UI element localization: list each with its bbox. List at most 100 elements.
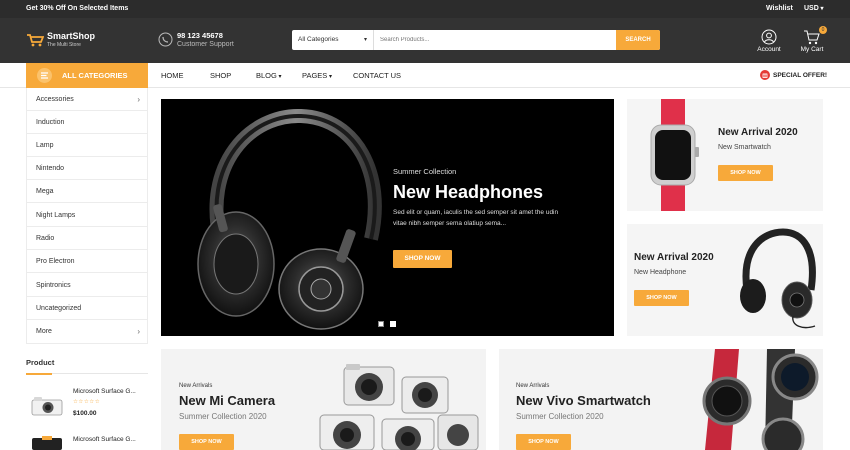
- bottom-banner-2-subtitle: Summer Collection 2020: [516, 412, 604, 421]
- category-item[interactable]: Mega: [26, 180, 148, 203]
- product-name: Microsoft Surface G...: [73, 388, 136, 395]
- product-thumbnail-camera: [30, 436, 64, 450]
- logo-subtitle: The Multi Store: [47, 42, 81, 48]
- hero-headphones-image: [181, 104, 391, 334]
- category-label: Accessories: [36, 96, 74, 103]
- side-banner-smartwatch[interactable]: New Arrival 2020 New Smartwatch SHOP NOW: [627, 99, 823, 211]
- menu-icon: [37, 68, 52, 83]
- category-item[interactable]: Uncategorized: [26, 297, 148, 320]
- header: SmartShop The Multi Store 98 123 45678 C…: [0, 18, 850, 63]
- vivo-smartwatch-image: [695, 349, 823, 450]
- category-label: Pro Electron: [36, 258, 75, 265]
- nav-pages[interactable]: PAGES ▾: [302, 63, 332, 88]
- main-nav: ALL CATEGORIES HOME SHOP BLOG ▾ PAGES ▾ …: [0, 63, 850, 88]
- category-label: Spintronics: [36, 282, 71, 289]
- category-item[interactable]: Pro Electron: [26, 250, 148, 273]
- logo-cart-icon: [26, 33, 44, 47]
- bottom-banner-camera[interactable]: New Arrivals New Mi Camera Summer Collec…: [161, 349, 486, 450]
- category-select[interactable]: All Categories ▾: [292, 30, 374, 50]
- chevron-right-icon: ›: [137, 95, 140, 104]
- nav-shop[interactable]: SHOP: [210, 63, 231, 88]
- side-banner-2-shop-now-button[interactable]: SHOP NOW: [634, 290, 689, 306]
- category-label: Induction: [36, 119, 65, 126]
- category-item[interactable]: Radio: [26, 227, 148, 250]
- product-section-title: Product: [26, 358, 55, 367]
- hero-title: New Headphones: [393, 182, 544, 202]
- user-icon: [761, 29, 777, 45]
- support-label: Customer Support: [177, 41, 234, 48]
- bottom-banner-1-eyebrow: New Arrivals: [179, 383, 213, 389]
- bottom-banner-2-shop-now-button[interactable]: SHOP NOW: [516, 434, 571, 450]
- chevron-right-icon: ›: [137, 327, 140, 336]
- category-item[interactable]: Spintronics: [26, 274, 148, 297]
- side-banner-2-subtitle: New Headphone: [634, 269, 687, 276]
- side-banner-1-subtitle: New Smartwatch: [718, 144, 771, 151]
- all-categories-button[interactable]: ALL CATEGORIES: [26, 63, 148, 88]
- nav-contact[interactable]: CONTACT US: [353, 63, 401, 88]
- currency-select[interactable]: USD ▾: [804, 5, 823, 12]
- category-item[interactable]: Lamp: [26, 134, 148, 157]
- category-label: Radio: [36, 235, 55, 242]
- hero-shop-now-button[interactable]: SHOP NOW: [393, 250, 452, 268]
- cart-count-badge: 0: [819, 26, 827, 34]
- slider-dot[interactable]: [378, 321, 384, 327]
- nav-blog[interactable]: BLOG ▾: [256, 63, 282, 88]
- side-banner-2-title: New Arrival 2020: [634, 252, 714, 263]
- hero-slider[interactable]: Summer Collection New Headphones Sed eli…: [161, 99, 614, 336]
- bottom-banner-2-eyebrow: New Arrivals: [516, 383, 550, 389]
- account-label: Account: [757, 46, 781, 53]
- category-label: Nintendo: [36, 165, 65, 172]
- section-underline: [26, 373, 52, 375]
- category-item-more[interactable]: More ›: [26, 320, 148, 343]
- currency-label: USD: [804, 5, 819, 12]
- nav-home[interactable]: HOME: [161, 63, 184, 88]
- camera-image: [316, 359, 486, 450]
- search-bar: All Categories ▾ SEARCH: [292, 30, 660, 50]
- product-name: Microsoft Surface G...: [73, 436, 136, 443]
- chevron-down-icon: ▾: [327, 74, 332, 80]
- promo-text: Get 30% Off On Selected Items: [26, 5, 129, 12]
- product-price: $100.00: [73, 410, 97, 417]
- bottom-banner-1-title: New Mi Camera: [179, 393, 276, 408]
- nav-blog-label: BLOG: [256, 71, 277, 80]
- hero-description-line1: Sed elit or quam, iaculis the sed semper…: [393, 209, 559, 216]
- category-item[interactable]: Night Lamps: [26, 204, 148, 227]
- category-item[interactable]: Accessories ›: [26, 88, 148, 111]
- category-label: Night Lamps: [36, 212, 76, 219]
- chevron-down-icon: ▾: [818, 6, 824, 12]
- account-button[interactable]: Account: [756, 29, 782, 53]
- hero-subtitle: Summer Collection: [393, 167, 457, 176]
- bottom-banner-2-title: New Vivo Smartwatch: [516, 393, 651, 408]
- bottom-banner-smartwatch[interactable]: New Arrivals New Vivo Smartwatch Summer …: [499, 349, 823, 450]
- search-button[interactable]: SEARCH: [616, 30, 660, 50]
- cart-label: My Cart: [800, 46, 824, 53]
- all-categories-label: ALL CATEGORIES: [62, 71, 128, 80]
- gift-icon: [760, 70, 770, 80]
- category-item[interactable]: Induction: [26, 111, 148, 134]
- top-bar: Get 30% Off On Selected Items Wishlist U…: [0, 0, 850, 18]
- side-banner-headphone[interactable]: New Arrival 2020 New Headphone SHOP NOW: [627, 224, 823, 336]
- cart-button[interactable]: 0 My Cart: [798, 26, 827, 53]
- support-phone: 98 123 45678: [177, 31, 223, 40]
- chevron-down-icon: ▾: [276, 74, 282, 80]
- category-label: Mega: [36, 188, 54, 195]
- bottom-banner-1-subtitle: Summer Collection 2020: [179, 412, 267, 421]
- nav-pages-label: PAGES: [302, 71, 328, 80]
- search-input[interactable]: [376, 30, 614, 50]
- star-icon: ☆☆☆☆☆: [73, 399, 101, 405]
- side-banner-1-shop-now-button[interactable]: SHOP NOW: [718, 165, 773, 181]
- special-offer-link[interactable]: SPECIAL OFFER!: [773, 63, 827, 88]
- category-label: More: [36, 328, 52, 335]
- bottom-banner-1-shop-now-button[interactable]: SHOP NOW: [179, 434, 234, 450]
- slider-dot[interactable]: [390, 321, 396, 327]
- smartwatch-image: [645, 99, 705, 211]
- category-label: Lamp: [36, 142, 54, 149]
- hero-description-line2: vitae nibh semper sema olatiup sema...: [393, 220, 507, 227]
- side-banner-1-title: New Arrival 2020: [718, 127, 798, 138]
- logo-title: SmartShop: [47, 31, 96, 41]
- category-label: Uncategorized: [36, 305, 82, 312]
- headphone-image: [733, 228, 821, 332]
- category-item[interactable]: Nintendo: [26, 157, 148, 180]
- chevron-down-icon: ▾: [363, 37, 367, 43]
- wishlist-link[interactable]: Wishlist: [766, 5, 793, 12]
